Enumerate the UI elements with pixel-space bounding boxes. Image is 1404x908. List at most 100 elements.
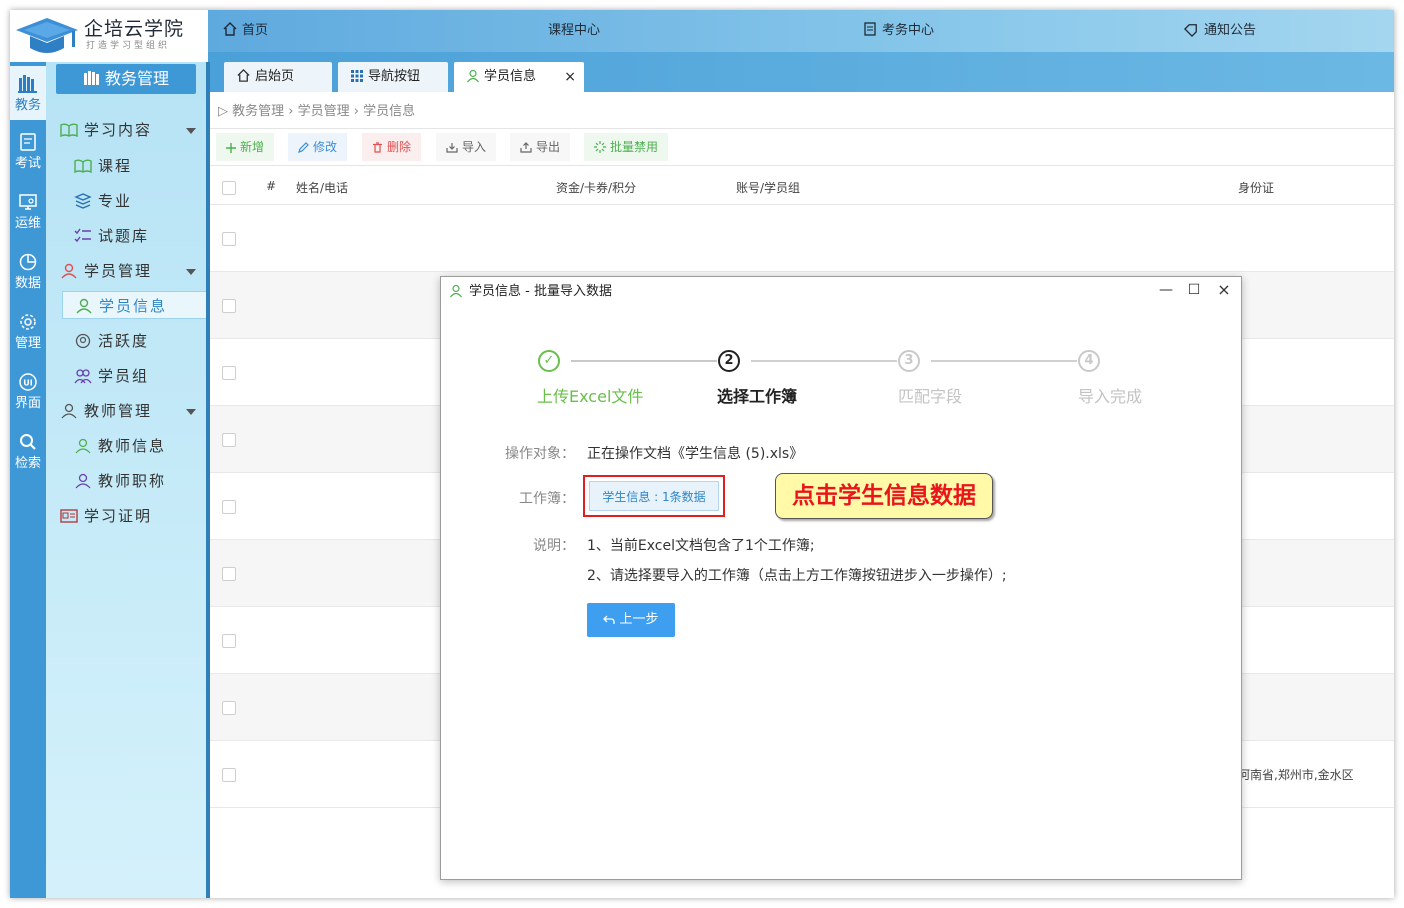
undo-arrow-icon: [603, 615, 616, 624]
menu-group-teacher-management[interactable]: 教师管理: [60, 397, 202, 425]
rail-item-ui[interactable]: UI 界面: [10, 366, 46, 420]
worksheet-button[interactable]: 学生信息 : 1条数据: [589, 481, 719, 511]
tab-nav-buttons[interactable]: 导航按钮: [338, 62, 448, 92]
rail-item-search[interactable]: 检索: [10, 426, 46, 480]
user-icon: [61, 263, 77, 279]
export-button[interactable]: 导出: [510, 133, 571, 161]
row-checkbox[interactable]: [222, 299, 236, 313]
chevron-down-icon: [186, 269, 196, 275]
step-1-check-icon: ✓: [538, 350, 560, 372]
tag-icon: [1184, 24, 1197, 37]
breadcrumb-arrow-icon: ▷: [218, 104, 233, 119]
chevron-down-icon: [186, 128, 196, 134]
sidebar-menu: 教务管理 学习内容 课程 专业 试题库 学员管理 学员信息 活跃度 学员组 教师…: [46, 62, 214, 898]
rail-item-jiaowu[interactable]: 教务: [10, 66, 46, 120]
brand-name: 企培云学院: [84, 18, 185, 40]
menu-item-course[interactable]: 课程: [74, 152, 202, 180]
col-name-phone: 姓名/电话: [296, 181, 349, 195]
col-index: #: [266, 179, 277, 193]
col-account: 账号/学员组: [736, 181, 801, 195]
step-connector: [931, 360, 1077, 362]
top-navigation: 首页 课程中心 考务中心 通知公告: [208, 10, 1394, 52]
user-icon: [76, 298, 92, 314]
certificate-icon: [60, 509, 78, 523]
plus-icon: [226, 143, 236, 153]
highlight-box: 学生信息 : 1条数据: [583, 475, 725, 517]
delete-button[interactable]: 删除: [362, 133, 422, 161]
user-icon: [450, 284, 462, 298]
batch-disable-button[interactable]: 批量禁用: [584, 133, 669, 161]
menu-item-student-group[interactable]: 学员组: [74, 362, 202, 390]
books-icon: [18, 75, 37, 93]
document-icon: [864, 22, 876, 36]
tab-student-info[interactable]: 学员信息 ×: [454, 62, 584, 92]
close-button[interactable]: ×: [1211, 277, 1237, 303]
row-checkbox[interactable]: [222, 232, 236, 246]
dialog-title: 学员信息 - 批量导入数据: [469, 284, 612, 299]
row-checkbox[interactable]: [222, 701, 236, 715]
topnav-notice[interactable]: 通知公告: [1184, 10, 1256, 52]
maximize-button[interactable]: ☐: [1181, 277, 1207, 303]
book-open-icon: [60, 123, 78, 138]
menu-item-teacher-info[interactable]: 教师信息: [74, 432, 202, 460]
grid-header: # 姓名/电话 资金/卡券/积分 账号/学员组 身份证: [210, 172, 1394, 205]
import-button[interactable]: 导入: [436, 133, 497, 161]
menu-group-learning-content[interactable]: 学习内容: [60, 116, 202, 144]
row-checkbox[interactable]: [222, 567, 236, 581]
row-checkbox[interactable]: [222, 433, 236, 447]
note-line-2: 2、请选择要导入的工作簿（点击上方工作簿按钮进步入一步操作）;: [587, 568, 1007, 584]
rail-item-data[interactable]: 数据: [10, 246, 46, 300]
search-icon: [20, 434, 36, 450]
row-checkbox[interactable]: [222, 366, 236, 380]
dialog-titlebar[interactable]: 学员信息 - 批量导入数据: [441, 277, 1241, 307]
menu-item-student-info[interactable]: 学员信息: [62, 291, 214, 319]
tab-close-icon[interactable]: ×: [564, 62, 576, 92]
brand-logo[interactable]: 企培云学院 打造学习型组织: [10, 10, 208, 62]
checklist-icon: [74, 228, 91, 243]
previous-step-button[interactable]: 上一步: [587, 603, 675, 637]
table-row[interactable]: [210, 205, 1394, 272]
topnav-course-center[interactable]: 课程中心: [548, 10, 600, 52]
step-4-label: 导入完成: [1078, 387, 1143, 406]
rail-item-ops[interactable]: 运维: [10, 186, 46, 240]
edit-button[interactable]: 修改: [288, 133, 348, 161]
tab-start-page[interactable]: 启始页: [224, 62, 332, 92]
trash-icon: [373, 142, 382, 153]
exam-icon: [20, 133, 36, 151]
brand-slogan: 打造学习型组织: [86, 41, 171, 51]
hint-callout: 点击学生信息数据: [775, 473, 993, 519]
svg-text:UI: UI: [23, 379, 32, 388]
rail-item-manage[interactable]: 管理: [10, 306, 46, 360]
disable-icon: [594, 141, 606, 153]
import-dialog: 学员信息 - 批量导入数据 — ☐ × ✓ 2 3 4 上传Excel文件 选择…: [440, 276, 1242, 880]
user-icon: [467, 69, 479, 83]
note-line-1: 1、当前Excel文档包含了1个工作簿;: [587, 538, 815, 554]
graduation-hat-icon: [16, 18, 78, 53]
menu-item-question-bank[interactable]: 试题库: [74, 222, 202, 250]
menu-item-certificate[interactable]: 学习证明: [60, 502, 202, 530]
rail-item-exam[interactable]: 考试: [10, 126, 46, 180]
menu-item-teacher-title[interactable]: 教师职称: [74, 467, 202, 495]
row-checkbox[interactable]: [222, 634, 236, 648]
ui-icon: UI: [19, 373, 37, 391]
menu-header[interactable]: 教务管理: [56, 64, 196, 94]
minimize-button[interactable]: —: [1153, 277, 1179, 303]
add-button[interactable]: 新增: [216, 133, 275, 161]
row-checkbox[interactable]: [222, 768, 236, 782]
select-all-checkbox[interactable]: [222, 181, 236, 195]
menu-item-activity[interactable]: 活跃度: [74, 327, 202, 355]
target-label: 操作对象：: [505, 446, 575, 462]
topnav-exam-center[interactable]: 考务中心: [862, 10, 934, 52]
badge-icon: [75, 333, 91, 349]
col-id-card: 身份证: [1238, 181, 1275, 195]
row-checkbox[interactable]: [222, 500, 236, 514]
grid-icon: [351, 70, 363, 82]
menu-group-student-management[interactable]: 学员管理: [60, 257, 202, 285]
topnav-home[interactable]: 首页: [222, 10, 268, 52]
breadcrumb: ▷ 教务管理 › 学员管理 › 学员信息: [218, 104, 416, 119]
book-open-icon: [74, 159, 92, 174]
menu-item-major[interactable]: 专业: [74, 187, 202, 215]
home-icon: [223, 22, 237, 36]
teacher-icon: [75, 473, 91, 489]
step-3-label: 匹配字段: [898, 387, 963, 406]
